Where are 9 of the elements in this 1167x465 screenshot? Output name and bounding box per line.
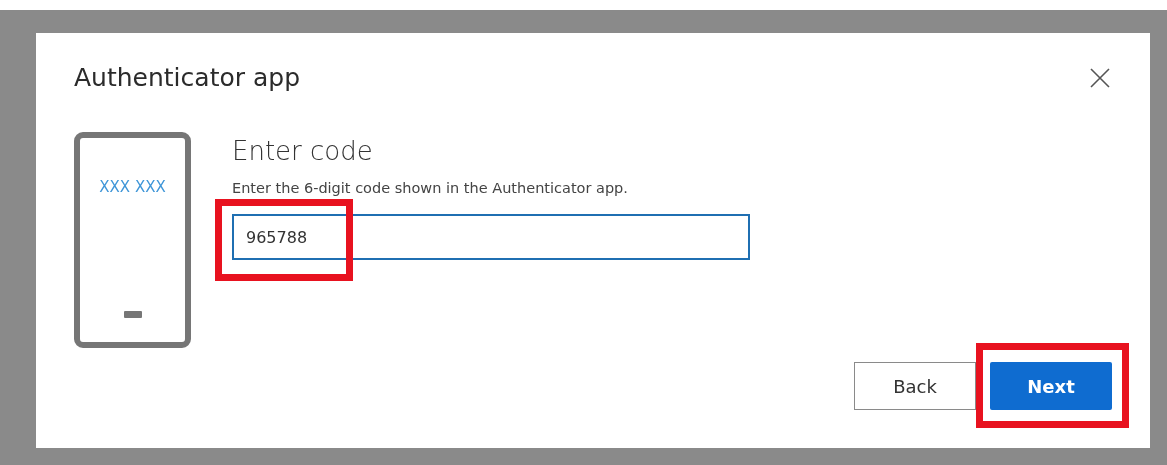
close-icon[interactable] [1090,67,1110,88]
back-button[interactable]: Back [854,362,976,410]
code-field[interactable]: 965788 [232,214,750,260]
next-button[interactable]: Next [990,362,1112,410]
phone-code-text: XXX XXX [99,178,166,196]
description: Enter the 6-digit code shown in the Authenticator app. [232,180,629,196]
dialog-title: Authenticator app [74,63,300,92]
home-button-icon [123,311,142,318]
heading: Enter code [232,136,374,166]
